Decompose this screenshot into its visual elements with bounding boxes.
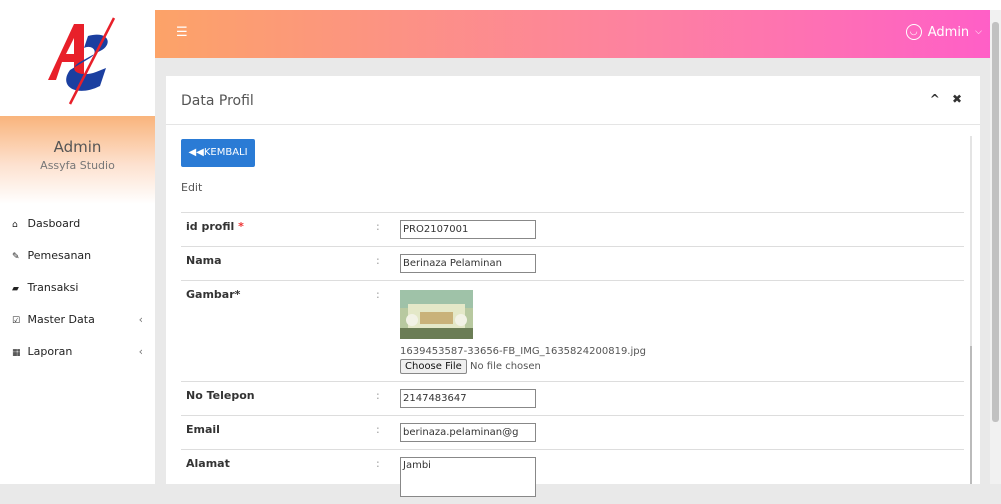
double-left-arrow-icon: ◀◀ [188,147,203,158]
no-telepon-input[interactable]: 2147483647 [400,389,536,408]
id-profil-label: id profil [186,220,234,233]
panel-tools: ^ ✖ [930,92,962,106]
email-input[interactable]: berinaza.pelaminan@g [400,423,536,442]
sidebar-item-label: Transaksi [28,281,79,294]
colon: : [371,382,395,416]
back-button[interactable]: ◀◀KEMBALI [181,139,255,167]
assyfa-studio-logo [40,16,120,108]
sidebar-item-label: Laporan [28,345,73,358]
form-row-id-profil: id profil * : PRO2107001 [181,213,964,247]
form-row-email: Email : berinaza.pelaminan@g [181,416,964,450]
back-button-label: KEMBALI [204,147,248,158]
email-label: Email [181,416,371,450]
form-row-alamat: Alamat : Jambi [181,450,964,504]
sidebar-item-label: Dasboard [28,217,81,230]
sidebar-item-label: Pemesanan [28,249,92,262]
nama-input[interactable]: Berinaza Pelaminan [400,254,536,273]
sidebar-item-dasboard[interactable]: ⌂ Dasboard [0,208,155,240]
chevron-left-icon: ‹ [139,336,143,368]
colon: : [371,213,395,247]
home-icon: ⌂ [12,209,24,241]
id-profil-input[interactable]: PRO2107001 [400,220,536,239]
sidebar-item-master-data[interactable]: ☑ Master Data ‹ [0,304,155,336]
no-file-text: No file chosen [470,361,541,372]
profile-card: Admin Assyfa Studio [0,116,155,204]
pencil-icon: ✎ [12,241,24,273]
form-row-nama: Nama : Berinaza Pelaminan [181,247,964,281]
close-icon[interactable]: ✖ [952,92,962,106]
sidebar-menu: ⌂ Dasboard ✎ Pemesanan ▰ Transaksi ☑ Mas… [0,208,155,368]
collapse-icon[interactable]: ^ [930,92,940,106]
sidebar-item-transaksi[interactable]: ▰ Transaksi [0,272,155,304]
user-menu[interactable]: ◡ Admin ⌵ [906,24,982,40]
edit-label: Edit [181,181,202,194]
profile-panel: Data Profil ^ ✖ ◀◀KEMBALI Edit id profil… [166,76,980,484]
gambar-label: Gambar* [181,281,371,382]
field-label: id profil * [181,213,371,247]
no-telepon-label: No Telepon [181,382,371,416]
nama-label: Nama [181,247,371,281]
user-menu-label: Admin [928,25,969,40]
sidebar-item-pemesanan[interactable]: ✎ Pemesanan [0,240,155,272]
chevron-left-icon: ‹ [139,304,143,336]
alamat-label: Alamat [181,450,371,504]
panel-header: Data Profil ^ ✖ [166,76,980,125]
required-mark: * [238,220,244,233]
page-scrollbar[interactable] [990,10,1001,484]
profile-name: Admin [0,138,155,156]
colon: : [371,281,395,382]
book-icon: ▰ [12,273,24,305]
colon: : [371,450,395,504]
form-row-no-telepon: No Telepon : 2147483647 [181,382,964,416]
chevron-down-icon: ⌵ [975,27,982,37]
edit-icon: ☑ [12,305,24,337]
inner-scrollbar[interactable] [970,136,972,484]
calendar-icon: ▦ [12,337,24,369]
top-strip [0,0,1001,10]
sidebar: Admin Assyfa Studio ⌂ Dasboard ✎ Pemesan… [0,10,155,484]
user-circle-icon: ◡ [906,24,922,40]
top-header: ☰ ◡ Admin ⌵ [155,10,990,58]
current-file-name: 1639453587-33656-FB_IMG_1635824200819.jp… [400,346,959,357]
inner-scrollbar-thumb[interactable] [970,346,972,484]
profile-image-thumbnail [400,290,473,339]
scrollbar-thumb[interactable] [992,22,999,422]
choose-file-button[interactable]: Choose File [400,359,467,374]
profile-form: id profil * : PRO2107001 Nama : Berinaza… [181,212,964,504]
hamburger-icon[interactable]: ☰ [176,25,188,40]
sidebar-item-laporan[interactable]: ▦ Laporan ‹ [0,336,155,368]
file-input: Choose File No file chosen [400,359,959,374]
colon: : [371,416,395,450]
alamat-textarea[interactable]: Jambi [400,457,536,497]
panel-title: Data Profil [181,93,254,109]
colon: : [371,247,395,281]
form-row-gambar: Gambar* : 1639453587-33656-FB_IMG_163582… [181,281,964,382]
profile-studio: Assyfa Studio [0,159,155,172]
sidebar-item-label: Master Data [28,313,95,326]
